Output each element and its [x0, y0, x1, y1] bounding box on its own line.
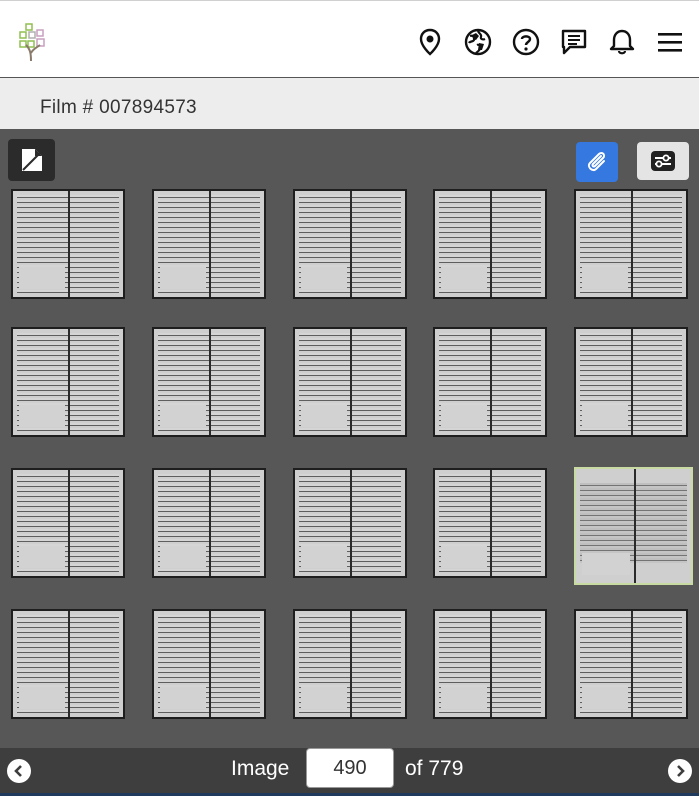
help-icon[interactable]	[511, 25, 541, 59]
image-thumbnail[interactable]	[11, 327, 125, 437]
familysearch-logo[interactable]	[16, 21, 52, 63]
attach-button[interactable]	[576, 142, 618, 182]
image-thumbnail[interactable]	[11, 468, 125, 578]
page-blank-area	[301, 405, 348, 427]
page-blank-area	[19, 267, 66, 289]
image-thumbnail[interactable]	[574, 609, 688, 719]
image-pager: Image of 779	[0, 748, 699, 796]
page-blank-area	[301, 687, 348, 709]
page-blank-area	[19, 687, 66, 709]
image-thumbnail[interactable]	[152, 189, 266, 299]
image-thumbnail[interactable]	[152, 609, 266, 719]
top-navigation-bar	[0, 0, 699, 78]
film-label-text: Film #	[40, 97, 94, 118]
image-thumbnail[interactable]	[433, 468, 547, 578]
image-thumbnail[interactable]	[433, 189, 547, 299]
selected-image-thumbnail[interactable]	[574, 467, 693, 585]
image-thumbnail-viewer	[0, 129, 699, 748]
page-blank-area	[301, 546, 348, 568]
sliders-icon	[651, 151, 675, 171]
image-label: Image	[231, 757, 290, 780]
chat-icon[interactable]	[559, 25, 589, 59]
document-icon	[21, 149, 42, 171]
page-blank-area	[441, 546, 488, 568]
image-thumbnail[interactable]	[152, 327, 266, 437]
page-blank-area	[160, 687, 207, 709]
film-number-label: Film # 007894573	[40, 97, 197, 119]
page-blank-area	[19, 546, 66, 568]
image-thumbnail[interactable]	[574, 327, 688, 437]
image-thumbnail[interactable]	[293, 327, 407, 437]
paperclip-icon	[587, 151, 606, 172]
image-total-label: of 779	[405, 757, 464, 780]
menu-icon[interactable]	[655, 25, 685, 59]
chevron-right-icon	[677, 765, 685, 777]
image-thumbnail[interactable]	[293, 189, 407, 299]
image-thumbnail[interactable]	[433, 327, 547, 437]
page-blank-area	[19, 405, 66, 427]
globe-icon[interactable]	[463, 25, 493, 59]
bell-icon[interactable]	[607, 25, 637, 59]
image-thumbnail[interactable]	[293, 609, 407, 719]
next-image-button[interactable]	[668, 759, 692, 783]
page-blank-area	[160, 405, 207, 427]
film-number: 007894573	[99, 97, 197, 118]
page-blank-area	[441, 687, 488, 709]
image-thumbnail[interactable]	[11, 609, 125, 719]
document-view-button[interactable]	[8, 139, 55, 181]
page-blank-area	[441, 405, 488, 427]
image-thumbnail[interactable]	[433, 609, 547, 719]
tree-logo-icon	[19, 23, 45, 62]
page-blank-area	[582, 687, 629, 709]
image-thumbnail[interactable]	[574, 189, 688, 299]
page-blank-area	[160, 267, 207, 289]
page-blank-area	[582, 267, 629, 289]
image-thumbnail[interactable]	[11, 189, 125, 299]
image-adjust-button[interactable]	[637, 142, 689, 180]
film-info-bar: Film # 007894573	[0, 78, 699, 129]
page-blank-area	[301, 267, 348, 289]
page-blank-area	[441, 267, 488, 289]
image-thumbnail[interactable]	[293, 468, 407, 578]
image-thumbnail[interactable]	[152, 468, 266, 578]
page-blank-area	[160, 546, 207, 568]
image-number-input[interactable]	[306, 748, 394, 788]
page-blank-area	[582, 405, 629, 427]
map-pin-icon[interactable]	[415, 25, 445, 59]
previous-image-button[interactable]	[7, 759, 31, 783]
page-blank-area	[582, 553, 631, 575]
chevron-left-icon	[14, 765, 22, 777]
